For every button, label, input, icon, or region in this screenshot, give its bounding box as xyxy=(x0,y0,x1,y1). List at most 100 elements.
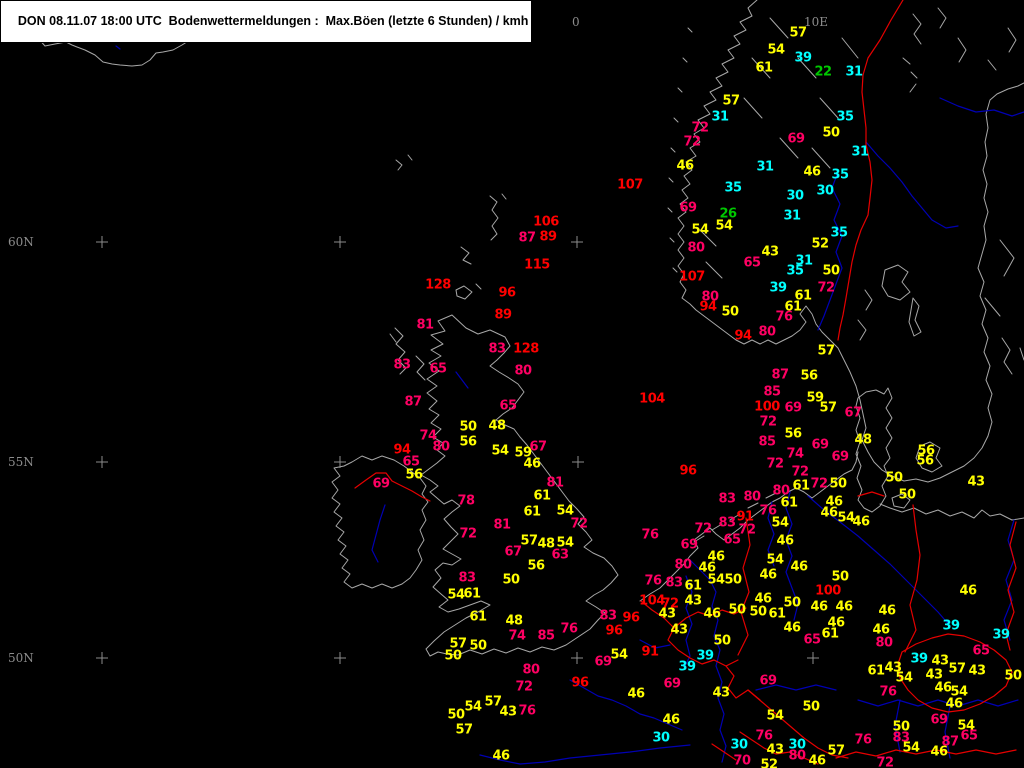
station-gust-value: 83 xyxy=(458,571,476,586)
station-gust-value: 39 xyxy=(992,628,1010,643)
station-gust-value: 69 xyxy=(372,477,390,492)
station-gust-value: 67 xyxy=(529,440,547,455)
station-gust-value: 72 xyxy=(810,477,827,492)
station-gust-value: 35 xyxy=(836,110,854,125)
station-gust-value: 30 xyxy=(786,189,804,204)
station-gust-value: 54 xyxy=(707,573,725,588)
station-gust-value: 39 xyxy=(942,619,960,634)
station-gust-value: 69 xyxy=(679,201,697,216)
weather-map-window: 20W10W010E60N55N50N 57543961223157317272… xyxy=(0,0,1024,768)
station-gust-value: 61 xyxy=(780,496,798,511)
map-background xyxy=(0,0,1024,768)
station-gust-value: 96 xyxy=(679,464,697,479)
station-gust-value: 46 xyxy=(945,697,963,712)
station-gust-value: 50 xyxy=(459,420,477,435)
station-gust-value: 30 xyxy=(652,731,670,746)
station-gust-value: 61 xyxy=(684,579,702,594)
station-gust-value: 85 xyxy=(758,435,776,450)
station-gust-value: 30 xyxy=(730,738,748,753)
station-gust-value: 69 xyxy=(663,677,681,692)
station-gust-value: 46 xyxy=(959,584,977,599)
station-gust-value: 96 xyxy=(622,611,640,626)
station-gust-value: 46 xyxy=(810,600,828,615)
station-gust-value: 94 xyxy=(699,300,717,315)
station-gust-value: 80 xyxy=(514,364,532,379)
station-gust-value: 46 xyxy=(934,681,952,696)
station-gust-value: 43 xyxy=(931,654,949,669)
station-gust-value: 89 xyxy=(539,230,557,245)
station-gust-value: 57 xyxy=(455,723,473,738)
station-gust-value: 65 xyxy=(429,362,447,377)
station-gust-value: 69 xyxy=(784,401,802,416)
station-gust-value: 46 xyxy=(835,600,853,615)
station-gust-value: 46 xyxy=(759,568,777,583)
station-gust-value: 65 xyxy=(972,644,990,659)
station-gust-value: 107 xyxy=(679,270,705,285)
station-gust-value: 43 xyxy=(684,594,702,609)
station-gust-value: 76 xyxy=(879,685,897,700)
station-gust-value: 65 xyxy=(960,729,978,744)
station-gust-value: 56 xyxy=(527,559,545,574)
station-gust-value: 48 xyxy=(505,614,523,629)
station-gust-value: 50 xyxy=(822,126,840,141)
station-gust-value: 50 xyxy=(831,570,849,585)
station-gust-value: 72 xyxy=(459,527,476,542)
station-gust-value: 94 xyxy=(734,329,752,344)
station-gust-value: 56 xyxy=(800,369,818,384)
station-gust-value: 128 xyxy=(425,278,451,293)
station-gust-value: 46 xyxy=(627,687,645,702)
station-gust-value: 72 xyxy=(694,522,711,537)
station-gust-value: 100 xyxy=(754,400,780,415)
station-gust-value: 54 xyxy=(902,741,920,756)
station-gust-value: 52 xyxy=(760,758,777,768)
station-gust-value: 91 xyxy=(641,645,659,660)
station-gust-value: 31 xyxy=(756,160,774,175)
station-gust-value: 46 xyxy=(803,165,821,180)
station-gust-value: 72 xyxy=(817,281,834,296)
station-gust-value: 46 xyxy=(492,749,510,764)
station-gust-value: 57 xyxy=(520,534,538,549)
station-gust-value: 57 xyxy=(722,94,740,109)
station-gust-value: 31 xyxy=(851,145,869,160)
station-gust-value: 72 xyxy=(876,756,893,768)
station-gust-value: 76 xyxy=(775,310,793,325)
station-gust-value: 69 xyxy=(831,450,849,465)
station-gust-value: 50 xyxy=(724,573,742,588)
station-gust-value: 54 xyxy=(691,223,709,238)
station-gust-value: 46 xyxy=(808,754,826,768)
station-gust-value: 48 xyxy=(488,419,506,434)
station-gust-value: 46 xyxy=(930,745,948,760)
station-gust-value: 39 xyxy=(769,281,787,296)
station-gust-value: 43 xyxy=(968,664,986,679)
station-gust-value: 50 xyxy=(829,477,847,492)
station-gust-value: 83 xyxy=(718,492,736,507)
station-gust-value: 50 xyxy=(728,603,746,618)
station-gust-value: 54 xyxy=(447,588,465,603)
station-gust-value: 46 xyxy=(703,607,721,622)
station-gust-value: 50 xyxy=(822,264,840,279)
station-gust-value: 50 xyxy=(469,639,487,654)
station-gust-value: 57 xyxy=(819,401,837,416)
station-gust-value: 87 xyxy=(518,231,536,246)
station-gust-value: 87 xyxy=(404,395,422,410)
station-gust-value: 81 xyxy=(493,518,511,533)
station-gust-value: 80 xyxy=(743,490,761,505)
weather-map: 20W10W010E60N55N50N 57543961223157317272… xyxy=(0,0,1024,768)
station-gust-value: 106 xyxy=(533,215,559,230)
graticule-label: 10E xyxy=(804,15,828,29)
station-gust-value: 46 xyxy=(776,534,794,549)
station-gust-value: 89 xyxy=(494,308,512,323)
station-gust-value: 54 xyxy=(895,671,913,686)
graticule-label: 55N xyxy=(8,455,34,469)
station-gust-value: 50 xyxy=(783,596,801,611)
station-gust-value: 76 xyxy=(518,704,536,719)
station-gust-value: 46 xyxy=(676,159,694,174)
station-gust-value: 31 xyxy=(783,209,801,224)
station-gust-value: 43 xyxy=(670,623,688,638)
station-gust-value: 74 xyxy=(786,447,804,462)
station-gust-value: 76 xyxy=(560,622,578,637)
station-gust-value: 57 xyxy=(948,662,966,677)
map-title: DON 08.11.07 18:00 UTC Bodenwettermeldun… xyxy=(17,14,529,28)
station-gust-value: 104 xyxy=(639,392,665,407)
station-gust-value: 46 xyxy=(783,621,801,636)
